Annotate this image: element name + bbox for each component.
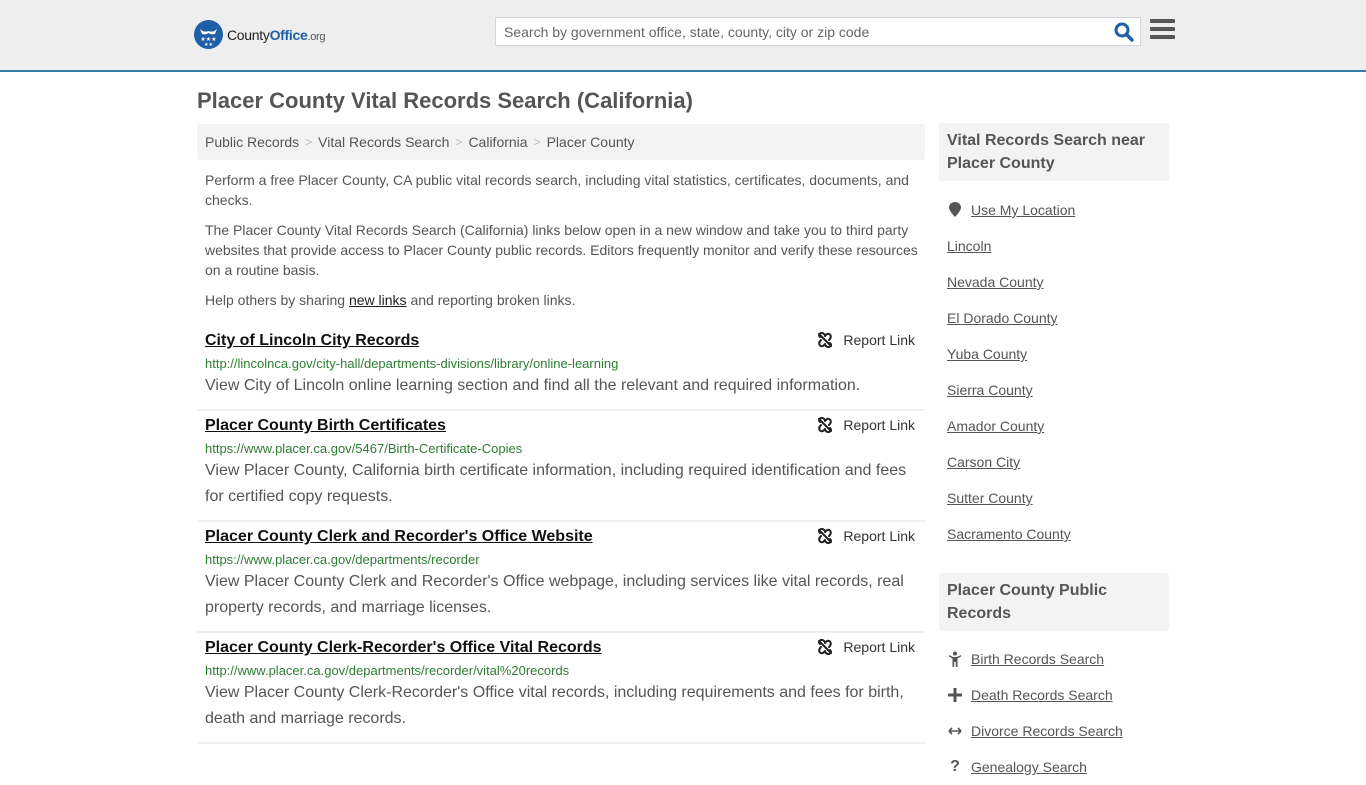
arrows-horizontal-icon xyxy=(947,726,963,736)
hamburger-menu-icon[interactable] xyxy=(1150,19,1175,41)
genealogy-search-link[interactable]: Genealogy Search xyxy=(971,759,1087,775)
child-icon xyxy=(947,651,963,667)
search-input[interactable] xyxy=(496,18,1106,45)
result-item: Placer County Clerk and Recorder's Offic… xyxy=(197,522,925,633)
result-title-link[interactable]: Placer County Clerk-Recorder's Office Vi… xyxy=(205,637,602,659)
search-icon[interactable] xyxy=(1114,22,1134,42)
nearby-link[interactable]: Nevada County xyxy=(947,274,1044,290)
nearby-link[interactable]: Yuba County xyxy=(947,346,1027,362)
logo-badge-icon: ★★★ ★★ xyxy=(194,20,223,49)
breadcrumb-vital-records[interactable]: Vital Records Search xyxy=(318,134,449,150)
nearby-section-title: Vital Records Search near Placer County xyxy=(939,123,1169,181)
breadcrumb-placer-county[interactable]: Placer County xyxy=(547,134,635,150)
nearby-link[interactable]: Sutter County xyxy=(947,490,1033,506)
question-icon: ? xyxy=(950,758,960,775)
public-records-section-title: Placer County Public Records xyxy=(939,573,1169,631)
nearby-link[interactable]: Carson City xyxy=(947,454,1020,470)
public-records-item: ? Genealogy Search xyxy=(947,749,1177,785)
birth-records-link[interactable]: Birth Records Search xyxy=(971,651,1104,667)
result-url: http://lincolnca.gov/city-hall/departmen… xyxy=(205,356,619,371)
divorce-records-link[interactable]: Divorce Records Search xyxy=(971,723,1123,739)
logo-text: CountyOffice.org xyxy=(227,26,326,43)
report-link-button[interactable]: Report Link xyxy=(817,528,915,544)
result-url: https://www.placer.ca.gov/5467/Birth-Cer… xyxy=(205,441,523,456)
result-title-link[interactable]: Placer County Clerk and Recorder's Offic… xyxy=(205,526,593,548)
result-title-link[interactable]: Placer County Birth Certificates xyxy=(205,415,446,437)
result-title-link[interactable]: City of Lincoln City Records xyxy=(205,330,419,352)
death-records-link[interactable]: Death Records Search xyxy=(971,687,1113,703)
site-header: ★★★ ★★ CountyOffice.org xyxy=(0,0,1366,72)
map-pin-icon xyxy=(947,202,963,218)
public-records-item: Birth Records Search xyxy=(947,641,1177,677)
result-description: View Placer County Clerk and Recorder's … xyxy=(205,573,904,616)
nearby-link[interactable]: Sacramento County xyxy=(947,526,1071,542)
nearby-link[interactable]: Amador County xyxy=(947,418,1044,434)
breadcrumb: Public Records > Vital Records Search > … xyxy=(197,124,925,160)
result-description: View Placer County, California birth cer… xyxy=(205,462,907,505)
results-list: City of Lincoln City Records Report Link… xyxy=(197,326,925,744)
nearby-list: Use My Location Lincoln Nevada County El… xyxy=(947,192,1177,552)
report-link-button[interactable]: Report Link xyxy=(817,639,915,655)
intro-paragraph: The Placer County Vital Records Search (… xyxy=(205,222,918,278)
breadcrumb-california[interactable]: California xyxy=(468,134,527,150)
svg-text:★★: ★★ xyxy=(204,42,213,48)
report-link-button[interactable]: Report Link xyxy=(817,417,915,433)
intro-paragraph: Help others by sharing new links and rep… xyxy=(205,292,576,308)
intro-paragraph: Perform a free Placer County, CA public … xyxy=(205,172,909,208)
broken-link-icon xyxy=(818,528,833,544)
breadcrumb-separator: > xyxy=(455,135,463,149)
result-item: City of Lincoln City Records Report Link… xyxy=(197,326,925,411)
result-description: View City of Lincoln online learning sec… xyxy=(205,377,861,394)
report-link-button[interactable]: Report Link xyxy=(817,332,915,348)
search-box xyxy=(495,17,1141,46)
public-records-list: Birth Records Search Death Records Searc… xyxy=(947,641,1177,785)
public-records-item: Divorce Records Search xyxy=(947,713,1177,749)
plus-icon xyxy=(947,688,963,702)
result-url: https://www.placer.ca.gov/departments/re… xyxy=(205,552,480,567)
broken-link-icon xyxy=(818,417,833,433)
use-my-location-link[interactable]: Use My Location xyxy=(971,202,1075,218)
nearby-link[interactable]: Sierra County xyxy=(947,382,1033,398)
use-location-item: Use My Location xyxy=(947,192,1177,228)
result-item: Placer County Clerk-Recorder's Office Vi… xyxy=(197,633,925,744)
public-records-item: Death Records Search xyxy=(947,677,1177,713)
broken-link-icon xyxy=(818,639,833,655)
new-links-link[interactable]: new links xyxy=(349,292,407,308)
breadcrumb-separator: > xyxy=(305,135,313,149)
breadcrumb-separator: > xyxy=(533,135,541,149)
page-title: Placer County Vital Records Search (Cali… xyxy=(197,88,693,113)
broken-link-icon xyxy=(818,332,833,348)
intro-text: Perform a free Placer County, CA public … xyxy=(205,170,920,320)
result-description: View Placer County Clerk-Recorder's Offi… xyxy=(205,684,904,727)
logo[interactable]: ★★★ ★★ CountyOffice.org xyxy=(194,20,326,49)
result-item: Placer County Birth Certificates Report … xyxy=(197,411,925,522)
nearby-link[interactable]: Lincoln xyxy=(947,238,991,254)
result-url: http://www.placer.ca.gov/departments/rec… xyxy=(205,663,570,678)
nearby-link[interactable]: El Dorado County xyxy=(947,310,1058,326)
breadcrumb-public-records[interactable]: Public Records xyxy=(205,134,299,150)
